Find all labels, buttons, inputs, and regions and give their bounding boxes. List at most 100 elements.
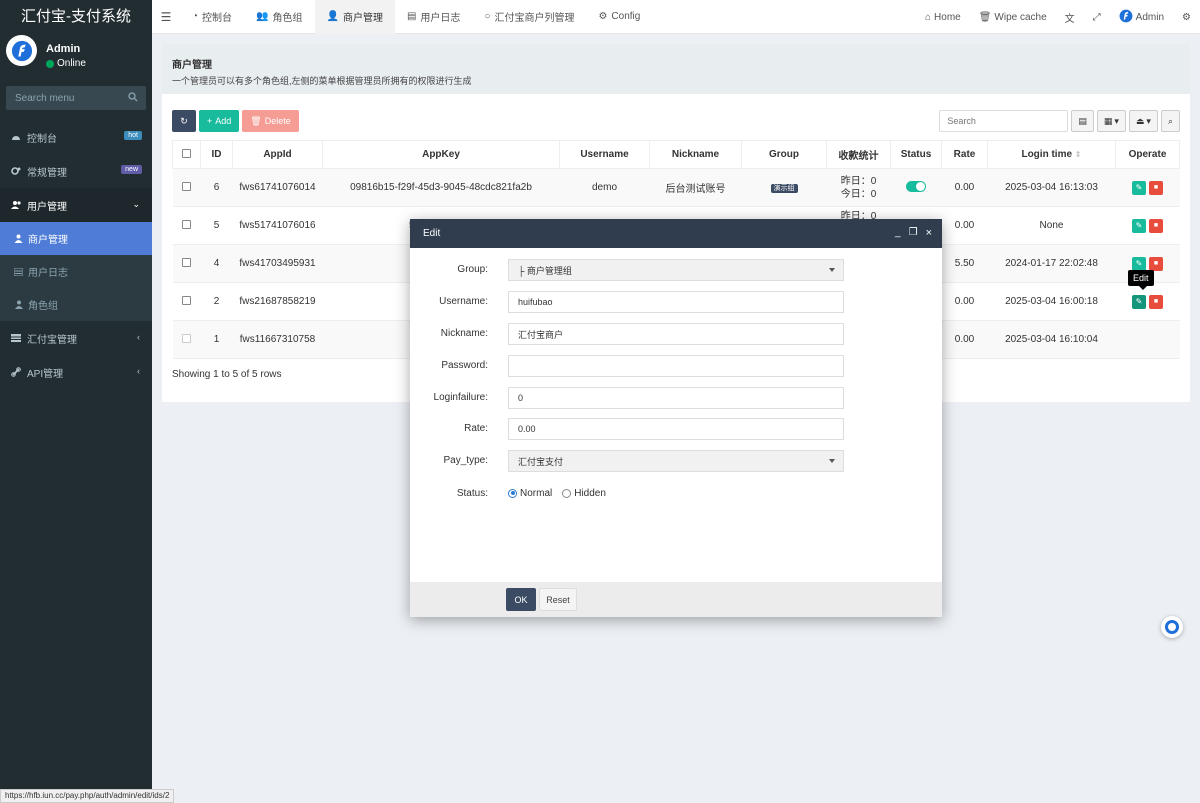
- tab-user-log[interactable]: ▤ 用户日志: [395, 0, 472, 34]
- group-label: Group:: [457, 264, 488, 275]
- admin-label: Admin: [1135, 11, 1165, 23]
- pencil-icon: ✎: [1135, 183, 1143, 192]
- refresh-button[interactable]: ↻: [172, 110, 196, 132]
- settings-button[interactable]: ⚙: [1173, 0, 1200, 34]
- col-header[interactable]: Status: [890, 140, 942, 169]
- columns-button[interactable]: ▦ ▾: [1096, 110, 1126, 132]
- delete-button[interactable]: 🗑 Delete: [242, 110, 299, 132]
- paytype-value: 汇付宝支付: [518, 456, 564, 467]
- cell-stats: 昨日：0 今日：0: [826, 168, 891, 207]
- row-select[interactable]: [172, 282, 201, 321]
- floating-action-button[interactable]: [1161, 616, 1183, 638]
- col-header[interactable]: Rate: [941, 140, 988, 169]
- toggle-view-button[interactable]: ▤: [1071, 110, 1094, 132]
- rate-input[interactable]: [508, 418, 844, 440]
- admin-menu[interactable]: Admin: [1110, 0, 1173, 34]
- reset-button[interactable]: Reset: [539, 588, 577, 611]
- ok-button[interactable]: OK: [506, 588, 536, 611]
- menu-search-input[interactable]: [6, 86, 146, 110]
- col-header[interactable]: 收款统计: [826, 140, 891, 169]
- add-button[interactable]: + Add: [199, 110, 240, 132]
- cell-login-time: None: [987, 206, 1116, 245]
- edit-button[interactable]: ✎: [1132, 256, 1146, 271]
- sidebar-item-general[interactable]: 常规管理 new: [0, 154, 152, 188]
- tab-merchant-list[interactable]: ○ 汇付宝商户列管理: [472, 0, 586, 34]
- language-button[interactable]: 文: [1056, 0, 1084, 34]
- paytype-select[interactable]: 汇付宝支付: [508, 450, 844, 472]
- tab-label: 控制台: [202, 13, 233, 24]
- search-icon[interactable]: [128, 92, 138, 105]
- cell-operate: ✎ ■: [1115, 168, 1180, 207]
- sidebar-item-role-group[interactable]: 角色组: [0, 288, 152, 321]
- delete-row-button[interactable]: ■: [1149, 294, 1163, 309]
- col-header-login-time[interactable]: Login time ⇕: [987, 140, 1116, 169]
- modal-header[interactable]: Edit _ ❐ ×: [410, 219, 942, 248]
- radio-hidden[interactable]: [562, 488, 572, 498]
- radio-normal[interactable]: [508, 488, 517, 498]
- cell-appkey: 09816b15-f29f-45d3-9045-48cdc821fa2b: [322, 168, 560, 207]
- minimize-icon[interactable]: _: [895, 227, 901, 239]
- export-button[interactable]: ⏏ ▾: [1128, 110, 1158, 132]
- table-search-input[interactable]: [939, 110, 1069, 132]
- select-all-checkbox[interactable]: [182, 148, 191, 158]
- col-header[interactable]: Group: [741, 140, 827, 169]
- table-row[interactable]: 6 fws61741076014 09816b15-f29f-45d3-9045…: [172, 168, 1180, 207]
- col-header[interactable]: AppId: [232, 140, 323, 169]
- tab-role-group[interactable]: 👥 角色组: [244, 0, 314, 34]
- form-row-group: Group: ├ 商户管理组: [410, 259, 942, 281]
- loginfailure-input[interactable]: [508, 387, 844, 409]
- cell-id: 4: [200, 244, 233, 283]
- close-icon[interactable]: ×: [926, 227, 932, 239]
- tab-config[interactable]: ⚙ Config: [586, 0, 652, 34]
- add-label: Add: [215, 116, 232, 126]
- nickname-input[interactable]: [508, 323, 844, 345]
- advanced-search-button[interactable]: ⌕: [1160, 110, 1180, 132]
- group-select[interactable]: ├ 商户管理组: [508, 259, 844, 281]
- edit-button[interactable]: ✎: [1132, 218, 1146, 233]
- status-toggle[interactable]: [906, 180, 926, 192]
- col-header[interactable]: Nickname: [649, 140, 742, 169]
- status-hidden-option[interactable]: Hidden: [562, 488, 606, 499]
- trash-icon: 🗑: [250, 115, 262, 126]
- sidebar-item-huifubao[interactable]: 汇付宝管理 ‹: [0, 321, 152, 355]
- delete-label: Delete: [264, 116, 291, 126]
- tab-merchant[interactable]: 👤 商户管理: [314, 0, 395, 34]
- select-all-header[interactable]: [172, 140, 201, 169]
- edit-button[interactable]: ✎: [1132, 294, 1146, 309]
- brand-title[interactable]: 汇付宝-支付系统: [0, 0, 152, 34]
- username-input[interactable]: [508, 291, 844, 313]
- password-input[interactable]: [508, 355, 844, 377]
- tab-dashboard[interactable]: ◔ 控制台: [180, 0, 244, 34]
- maximize-icon[interactable]: ❐: [909, 227, 918, 239]
- row-checkbox[interactable]: [182, 257, 191, 267]
- row-select[interactable]: [172, 244, 201, 283]
- sidebar-item-merchant[interactable]: 商户管理: [0, 222, 152, 255]
- pagination-info: Showing 1 to 5 of 5 rows: [172, 369, 282, 380]
- edit-button[interactable]: ✎: [1132, 180, 1146, 195]
- row-checkbox[interactable]: [182, 181, 191, 191]
- col-header[interactable]: ID: [200, 140, 233, 169]
- sort-icon[interactable]: ⇕: [1075, 150, 1082, 159]
- sidebar-item-user-log[interactable]: 用户日志: [0, 255, 152, 288]
- sidebar-item-label: 商户管理: [28, 235, 68, 246]
- menu-toggle-icon[interactable]: ☰: [152, 10, 180, 24]
- sidebar-item-dashboard[interactable]: 控制台 hot: [0, 120, 152, 154]
- sidebar-item-api[interactable]: API管理 ‹: [0, 355, 152, 389]
- col-header[interactable]: AppKey: [322, 140, 560, 169]
- new-badge: new: [121, 165, 142, 174]
- delete-row-button[interactable]: ■: [1149, 256, 1163, 271]
- home-link[interactable]: ⌂ Home: [916, 0, 970, 34]
- cell-login-time: 2025-03-04 16:10:04: [987, 320, 1116, 359]
- delete-row-button[interactable]: ■: [1149, 180, 1163, 195]
- row-select[interactable]: [172, 206, 201, 245]
- row-select[interactable]: [172, 168, 201, 207]
- delete-row-button[interactable]: ■: [1149, 218, 1163, 233]
- row-checkbox[interactable]: [182, 295, 191, 305]
- sidebar-item-user-management[interactable]: 用户管理 ⌄: [0, 188, 152, 222]
- row-checkbox[interactable]: [182, 219, 191, 229]
- col-header[interactable]: Username: [559, 140, 650, 169]
- status-normal-option[interactable]: Normal: [508, 488, 552, 499]
- sidebar-item-label: 控制台: [27, 133, 57, 145]
- fullscreen-button[interactable]: ⤢: [1084, 0, 1110, 34]
- wipe-cache-button[interactable]: 🗑 Wipe cache: [970, 0, 1056, 34]
